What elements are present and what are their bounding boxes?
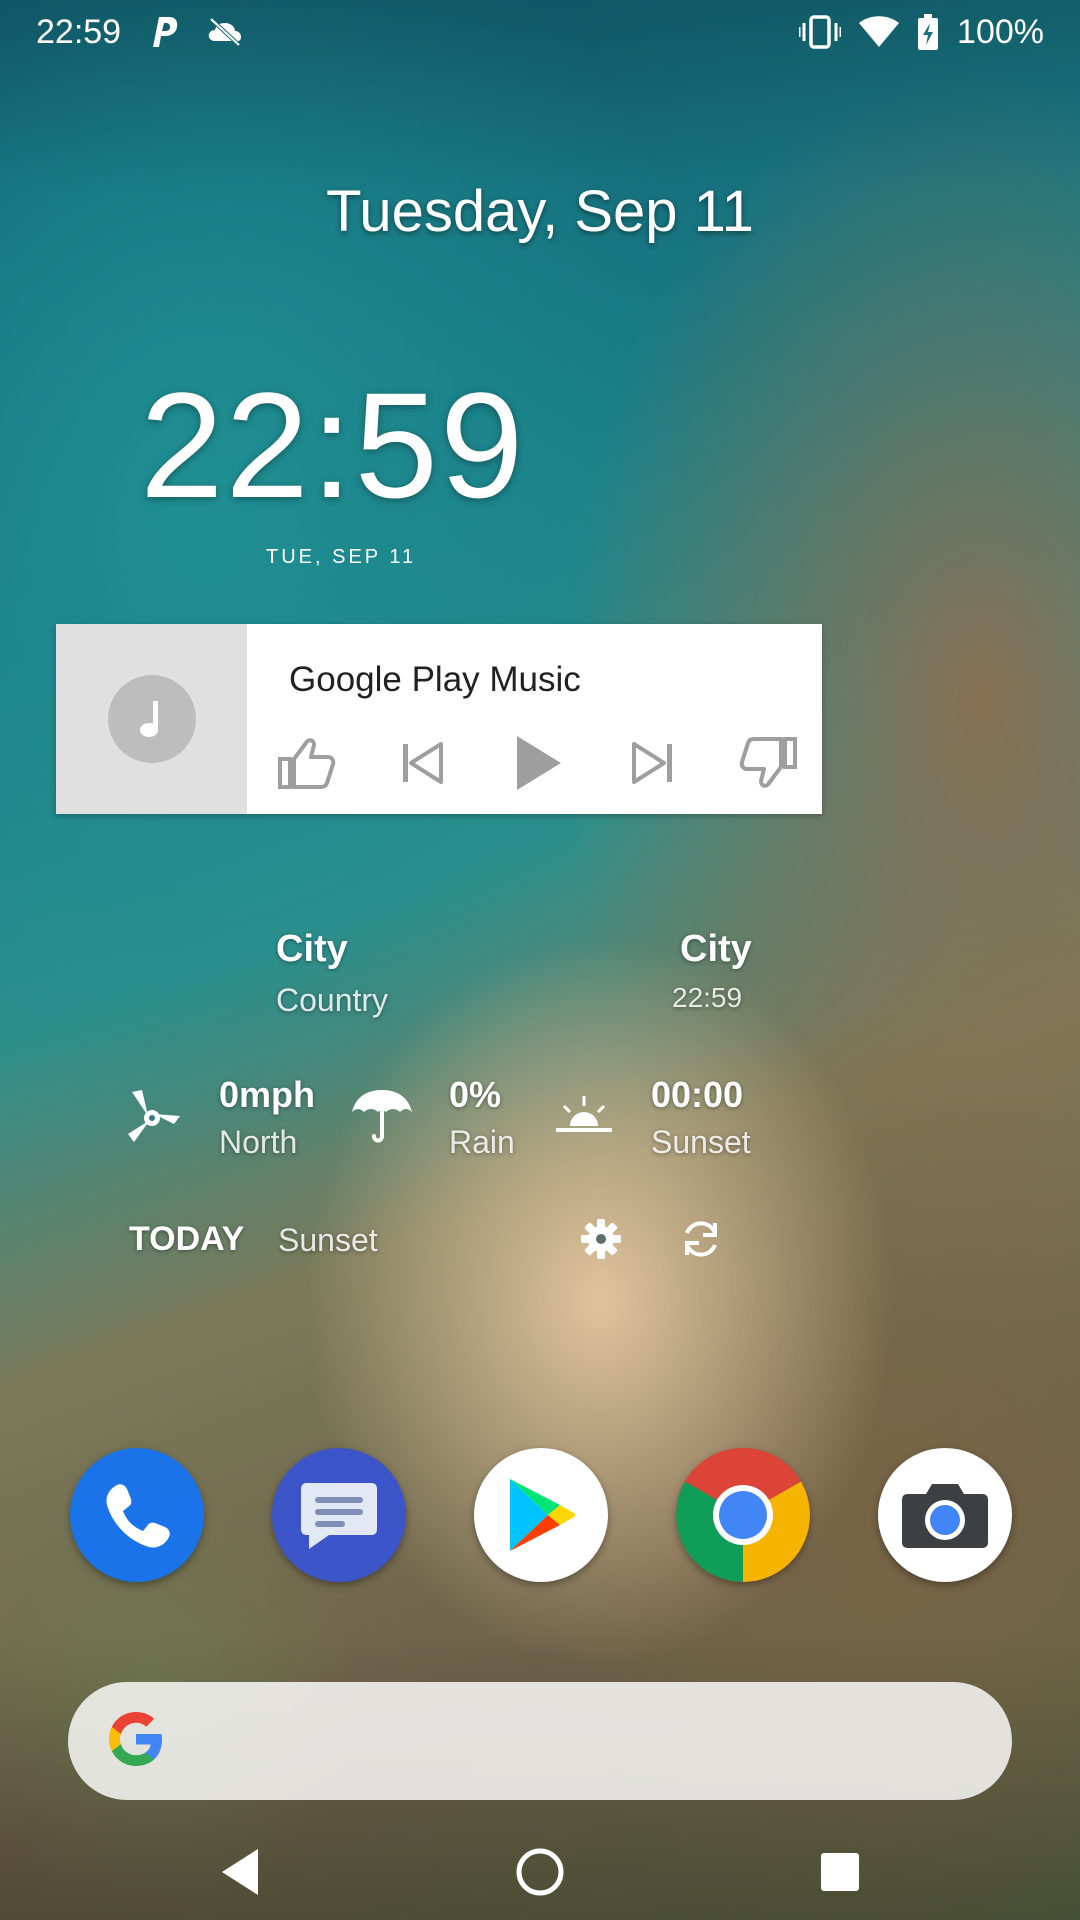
today-value[interactable]: Sunset [278, 1222, 378, 1259]
weather-city[interactable]: City [276, 928, 348, 971]
navigation-bar [0, 1820, 1080, 1920]
wind-icon [124, 1086, 184, 1146]
app-dock [70, 1448, 1012, 1584]
home-icon[interactable] [512, 1844, 568, 1900]
status-time: 22:59 [36, 12, 122, 51]
weather-right-time[interactable]: 22:59 [672, 982, 742, 1014]
rain-value: 0% [449, 1074, 502, 1115]
clock-widget-time[interactable]: 22:59 [140, 370, 525, 520]
music-note-icon [107, 675, 196, 763]
status-bar: 22:59 100% [0, 0, 1080, 64]
camera-app-icon[interactable] [878, 1448, 1012, 1582]
play-icon[interactable] [503, 728, 573, 798]
messages-app-icon[interactable] [272, 1448, 406, 1582]
back-icon[interactable] [212, 1844, 268, 1900]
sunset-label: Sunset [651, 1124, 751, 1160]
battery-percent: 100% [957, 12, 1044, 51]
google-logo-icon[interactable] [104, 1707, 168, 1776]
skip-previous-icon[interactable] [387, 728, 457, 798]
album-art[interactable] [56, 624, 247, 814]
music-app-title[interactable]: Google Play Music [289, 660, 581, 700]
clock-widget-date[interactable]: TUE, SEP 11 [266, 546, 416, 569]
vibrate-icon [799, 14, 842, 50]
rain-label: Rain [449, 1124, 515, 1160]
google-search-bar[interactable] [68, 1682, 1012, 1800]
sunset-time: 00:00 [651, 1074, 744, 1115]
refresh-icon[interactable] [676, 1214, 726, 1264]
play-store-app-icon[interactable] [474, 1448, 608, 1582]
wifi-icon [859, 16, 900, 48]
skip-next-icon[interactable] [618, 728, 688, 798]
chrome-app-icon[interactable] [676, 1448, 810, 1582]
wallpaper [0, 0, 1080, 1920]
sunset-icon [554, 1092, 614, 1136]
p-notification-icon [149, 15, 179, 49]
settings-gear-icon[interactable] [578, 1216, 624, 1262]
weather-right-city[interactable]: City [680, 928, 752, 971]
battery-charging-icon [917, 14, 939, 50]
thumbs-up-icon[interactable] [271, 728, 341, 798]
wind-speed: 0mph [219, 1074, 316, 1115]
umbrella-icon [350, 1086, 414, 1146]
music-widget[interactable]: Google Play Music [56, 624, 822, 814]
today-label[interactable]: TODAY [129, 1220, 244, 1259]
weather-country[interactable]: Country [276, 982, 388, 1019]
glance-date[interactable]: Tuesday, Sep 11 [0, 178, 1080, 245]
cloud-off-icon [207, 17, 243, 47]
recents-icon[interactable] [812, 1844, 868, 1900]
thumbs-down-icon[interactable] [734, 728, 804, 798]
wind-direction: North [219, 1124, 298, 1160]
phone-app-icon[interactable] [70, 1448, 204, 1582]
